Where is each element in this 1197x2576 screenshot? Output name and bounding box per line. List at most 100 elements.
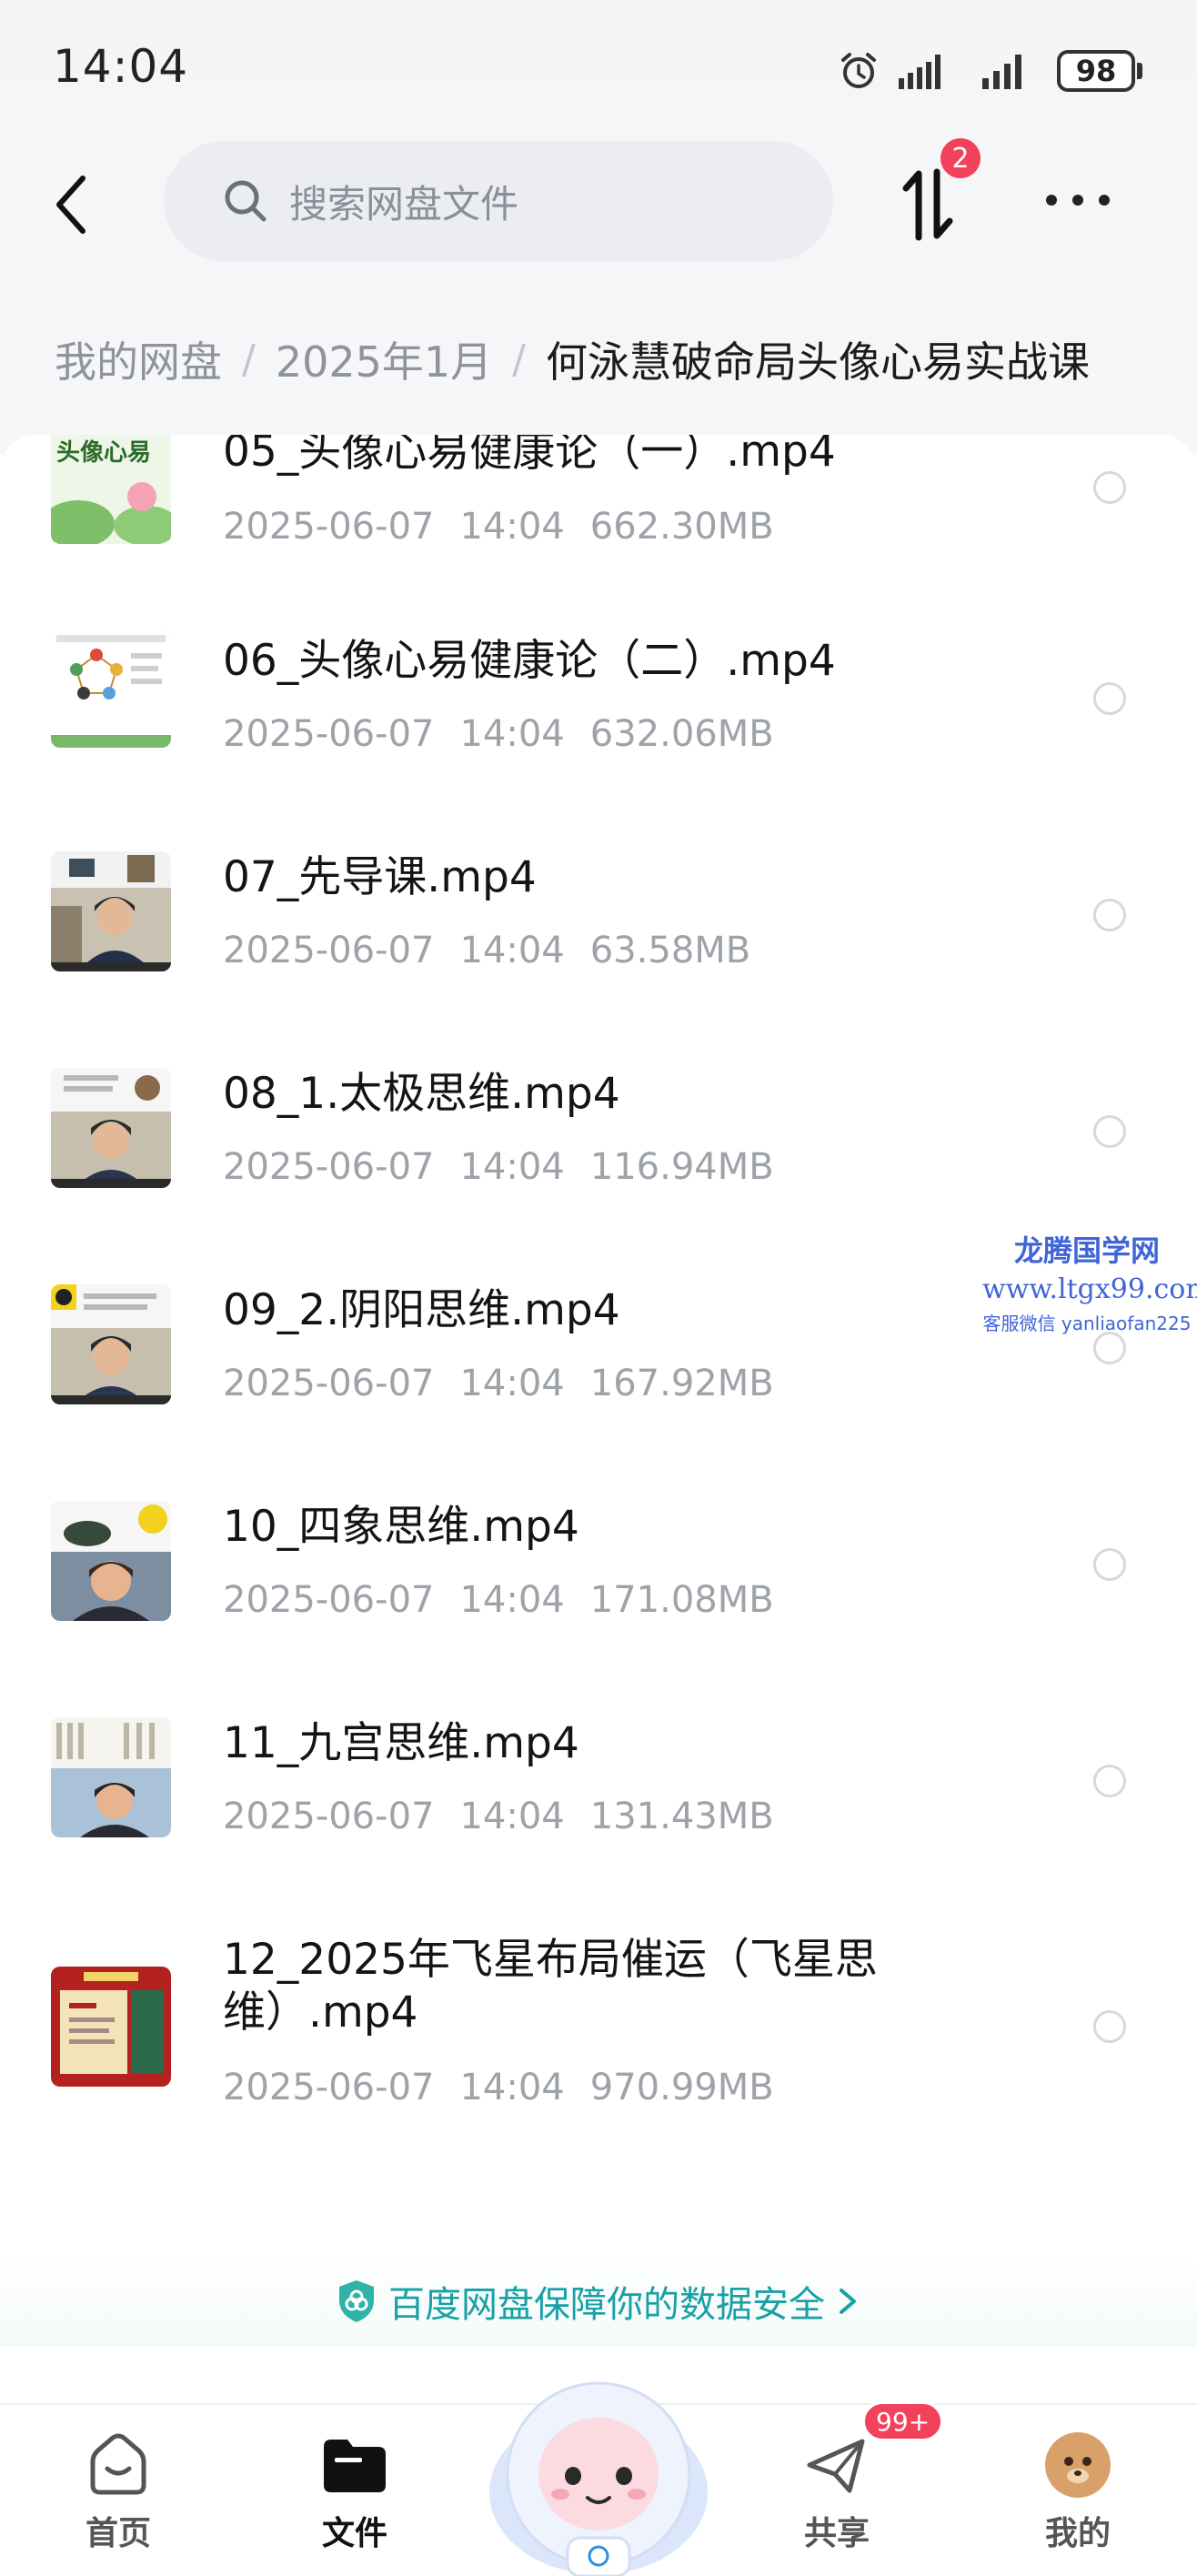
nav-share-label: 共享 xyxy=(803,2515,870,2552)
file-date: 2025-06-07 xyxy=(223,930,435,971)
nav-mine[interactable]: 我的 xyxy=(1005,2429,1151,2554)
file-time: 14:04 xyxy=(459,1579,565,1621)
file-meta: 2025-06-07 14:04 63.58MB xyxy=(223,930,776,971)
status-time: 14:04 xyxy=(53,40,189,93)
file-date: 2025-06-07 xyxy=(223,1579,435,1621)
file-size: 970.99MB xyxy=(589,2067,774,2108)
file-list: 头像心易 05_头像心易健康论（一）.mp4 2025-06-07 14:04 66… xyxy=(0,435,1197,2390)
file-name: 07_先导课.mp4 xyxy=(223,852,537,902)
breadcrumb-item-root[interactable]: 我的网盘 xyxy=(55,329,222,389)
file-size: 632.06MB xyxy=(589,713,774,755)
file-time: 14:04 xyxy=(459,1146,565,1188)
more-button[interactable] xyxy=(1037,173,1119,227)
home-icon xyxy=(90,2433,146,2495)
breadcrumb-separator: / xyxy=(512,336,526,383)
file-thumbnail xyxy=(51,1501,171,1621)
file-thumbnail: 头像心易 xyxy=(51,435,171,544)
signal-icon-2 xyxy=(982,55,1021,89)
nav-share[interactable]: 共享 xyxy=(764,2429,910,2554)
file-meta: 2025-06-07 14:04 632.06MB xyxy=(223,713,800,755)
battery-indicator: 98 xyxy=(1057,50,1142,92)
file-thumbnail xyxy=(51,1068,171,1188)
watermark-title: 龙腾国学网 xyxy=(1013,1233,1160,1268)
chevron-right-icon xyxy=(840,2289,856,2314)
watermark-url: www.ltgx99.com xyxy=(982,1273,1197,1305)
file-time: 14:04 xyxy=(459,2067,565,2108)
file-time: 14:04 xyxy=(459,1363,565,1404)
file-name: 11_九宫思维.mp4 xyxy=(223,1718,579,1768)
watermark-contact: 客服微信 yanliaofan225 xyxy=(982,1313,1192,1334)
share-icon xyxy=(807,2439,865,2493)
file-meta: 2025-06-07 14:04 970.99MB xyxy=(223,2067,800,2108)
file-name: 05_头像心易健康论（一）.mp4 xyxy=(223,435,836,477)
search-input[interactable]: 搜索网盘文件 xyxy=(164,141,833,261)
file-thumbnail xyxy=(51,1967,171,2087)
file-time: 14:04 xyxy=(459,713,565,755)
search-icon xyxy=(225,180,267,222)
select-radio[interactable] xyxy=(1093,2010,1126,2043)
file-thumbnail xyxy=(51,851,171,971)
transfer-icon xyxy=(902,168,953,241)
file-date: 2025-06-07 xyxy=(223,713,435,755)
file-date: 2025-06-07 xyxy=(223,506,435,548)
more-icon-dot xyxy=(1099,195,1110,206)
file-date: 2025-06-07 xyxy=(223,2067,435,2108)
file-thumbnail xyxy=(51,628,171,748)
file-meta: 2025-06-07 14:04 662.30MB xyxy=(223,506,800,548)
file-meta: 2025-06-07 14:04 171.08MB xyxy=(223,1579,800,1621)
file-size: 63.58MB xyxy=(589,930,751,971)
file-date: 2025-06-07 xyxy=(223,1146,435,1188)
file-meta: 2025-06-07 14:04 116.94MB xyxy=(223,1146,800,1188)
file-time: 14:04 xyxy=(459,506,565,548)
back-button[interactable] xyxy=(40,164,104,246)
breadcrumb: 我的网盘 / 2025年1月 / 何泳慧破命局头像心易实战课 xyxy=(55,329,1090,389)
mascot-button[interactable] xyxy=(480,2338,717,2576)
thumb-title: 头像心易 xyxy=(56,439,151,467)
more-icon-dot xyxy=(1072,195,1083,206)
watermark: 龙腾国学网 www.ltgx99.com 客服微信 yanliaofan225 xyxy=(982,1228,1197,1335)
back-arrow-icon xyxy=(56,176,86,234)
file-size: 167.92MB xyxy=(589,1363,774,1404)
signal-icon xyxy=(899,55,940,89)
file-time: 14:04 xyxy=(459,1796,565,1837)
file-date: 2025-06-07 xyxy=(223,1796,435,1837)
file-thumbnail xyxy=(51,1284,171,1404)
nav-home[interactable]: 首页 xyxy=(45,2429,191,2554)
file-thumbnail xyxy=(51,1717,171,1837)
transfer-badge: 2 xyxy=(940,138,981,178)
alarm-icon xyxy=(841,53,876,88)
breadcrumb-separator: / xyxy=(242,336,256,383)
folder-icon xyxy=(324,2440,386,2492)
file-size: 662.30MB xyxy=(589,506,774,548)
file-size: 131.43MB xyxy=(589,1796,774,1837)
select-radio[interactable] xyxy=(1093,471,1126,504)
select-radio[interactable] xyxy=(1093,682,1126,715)
select-radio[interactable] xyxy=(1093,1332,1126,1364)
file-name: 08_1.太极思维.mp4 xyxy=(223,1069,620,1119)
select-radio[interactable] xyxy=(1093,1765,1126,1797)
file-date: 2025-06-07 xyxy=(223,1363,435,1404)
file-meta: 2025-06-07 14:04 167.92MB xyxy=(223,1363,800,1404)
select-radio[interactable] xyxy=(1093,1115,1126,1148)
status-bar: 14:04 98 xyxy=(0,0,1197,136)
file-name: 06_头像心易健康论（二）.mp4 xyxy=(223,636,836,686)
security-banner[interactable]: 百度网盘保障你的数据安全 xyxy=(0,2256,1197,2347)
select-radio[interactable] xyxy=(1093,1548,1126,1581)
nav-files[interactable]: 文件 xyxy=(282,2429,428,2554)
shield-icon xyxy=(339,2280,374,2322)
file-meta: 2025-06-07 14:04 131.43MB xyxy=(223,1796,800,1837)
nav-files-label: 文件 xyxy=(321,2515,387,2552)
file-size: 116.94MB xyxy=(589,1146,774,1188)
select-radio[interactable] xyxy=(1093,899,1126,931)
more-icon-dot xyxy=(1046,195,1057,206)
breadcrumb-item-month[interactable]: 2025年1月 xyxy=(276,329,492,389)
file-name: 10_四象思维.mp4 xyxy=(223,1502,579,1552)
nav-mine-label: 我的 xyxy=(1044,2515,1111,2552)
status-icons: 98 xyxy=(837,45,1142,96)
search-placeholder: 搜索网盘文件 xyxy=(289,181,519,226)
avatar-icon xyxy=(1045,2432,1111,2498)
battery-level: 98 xyxy=(1057,50,1135,92)
share-badge: 99+ xyxy=(862,2401,944,2441)
file-name: 09_2.阴阳思维.mp4 xyxy=(223,1285,620,1335)
file-time: 14:04 xyxy=(459,930,565,971)
